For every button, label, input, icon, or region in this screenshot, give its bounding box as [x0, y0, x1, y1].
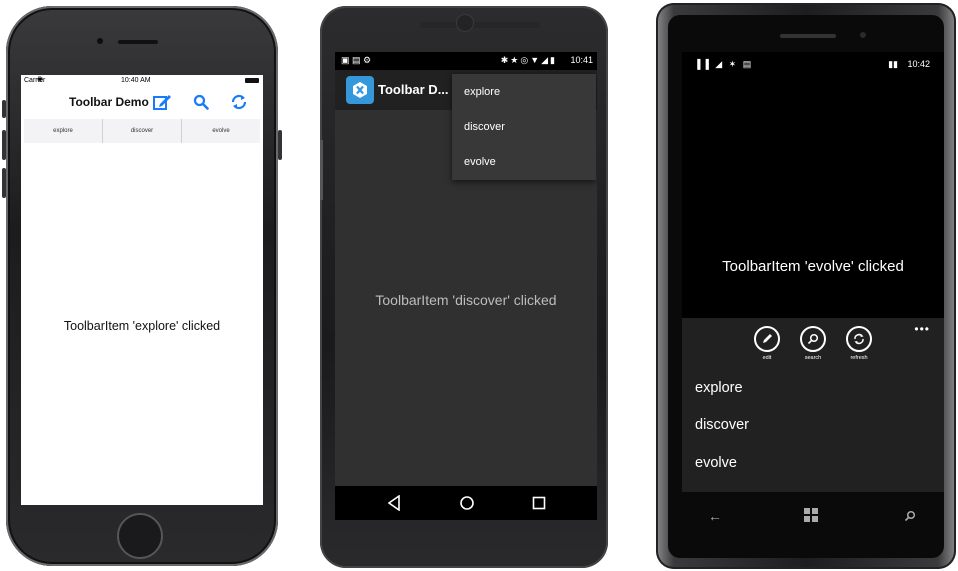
- page-title: Toolbar D...: [378, 82, 449, 97]
- battery-icon: ▮▮: [888, 59, 898, 69]
- menu-item-explore[interactable]: explore: [452, 74, 596, 109]
- windows-phone-screen: ▐▐ ◢ ✶ ▤ ▮▮ 10:42 ToolbarItem 'evolve' c…: [682, 52, 944, 492]
- menu-item-discover[interactable]: discover: [452, 109, 596, 144]
- iphone-screen: Carrier ◉ 10:40 AM Toolbar Demo explore …: [21, 75, 263, 505]
- iphone-side-button: [2, 100, 6, 118]
- search-label: search: [804, 355, 822, 361]
- android-nav-bar: [335, 486, 597, 520]
- android-screen: ▣ ▤ ⚙ ✱★◎▼◢▮ 10:41 Toolbar D... explore …: [335, 52, 597, 520]
- iphone-side-button: [2, 168, 6, 198]
- notification-icon: ▣ ▤ ⚙: [341, 55, 372, 65]
- refresh-label: refresh: [850, 355, 868, 361]
- ios-time: 10:40 AM: [121, 77, 151, 84]
- search-icon[interactable]: [193, 94, 209, 115]
- android-status-bar: ▣ ▤ ⚙ ✱★◎▼◢▮ 10:41: [335, 52, 597, 70]
- ios-navigation-bar: Toolbar Demo: [21, 89, 263, 117]
- android-side-button: [320, 140, 323, 200]
- back-icon[interactable]: [387, 494, 401, 516]
- android-time: 10:41: [570, 55, 593, 65]
- android-camera: [456, 14, 474, 32]
- menu-item-evolve[interactable]: evolve: [695, 455, 737, 471]
- wp-hardware-nav: ←: [682, 492, 944, 542]
- home-button[interactable]: [117, 513, 163, 559]
- search-button[interactable]: search: [796, 326, 830, 361]
- edit-icon[interactable]: [152, 93, 172, 116]
- ios-status-bar: Carrier ◉ 10:40 AM: [21, 75, 263, 89]
- status-message: ToolbarItem 'evolve' clicked: [722, 258, 904, 275]
- battery-icon: [245, 78, 259, 83]
- edit-label: edit: [762, 355, 772, 361]
- recents-icon[interactable]: [532, 496, 546, 515]
- wifi-icon: ◉: [37, 76, 44, 83]
- refresh-button[interactable]: refresh: [842, 326, 876, 361]
- signal-icon: ▐▐ ◢ ✶ ▤: [694, 59, 754, 69]
- toolbar-item-evolve[interactable]: evolve: [182, 119, 260, 143]
- back-icon[interactable]: ←: [708, 508, 722, 524]
- secondary-toolbar: explore discover evolve: [24, 119, 260, 143]
- toolbar-item-explore[interactable]: explore: [24, 119, 103, 143]
- toolbar-item-discover[interactable]: discover: [103, 119, 182, 143]
- refresh-icon: [846, 326, 872, 352]
- home-icon[interactable]: [459, 495, 475, 516]
- menu-item-discover[interactable]: discover: [695, 417, 749, 433]
- page-title: Toolbar Demo: [69, 95, 149, 109]
- edit-icon: [754, 326, 780, 352]
- more-icon[interactable]: •••: [914, 322, 930, 336]
- overflow-menu: explore discover evolve: [452, 74, 596, 180]
- wp-status-bar: ▐▐ ◢ ✶ ▤ ▮▮ 10:42: [682, 52, 944, 74]
- wp-time: 10:42: [907, 59, 930, 69]
- status-message: ToolbarItem 'explore' clicked: [63, 319, 221, 333]
- status-message: ToolbarItem 'discover' clicked: [375, 292, 557, 308]
- search-icon: [800, 326, 826, 352]
- windows-icon[interactable]: [803, 507, 819, 528]
- android-speaker: [420, 22, 540, 28]
- menu-item-explore[interactable]: explore: [695, 380, 743, 396]
- xamarin-logo-icon: [346, 76, 374, 104]
- menu-item-evolve[interactable]: evolve: [452, 144, 596, 179]
- edit-button[interactable]: edit: [750, 326, 784, 361]
- iphone-earpiece: [118, 40, 158, 44]
- wp-app-bar: edit search refresh ••• explore discover…: [682, 318, 944, 492]
- search-icon[interactable]: [904, 509, 916, 527]
- refresh-icon[interactable]: [230, 93, 248, 116]
- wp-speaker: [780, 34, 836, 38]
- iphone-side-button: [278, 130, 282, 160]
- signal-icon: ✱★◎▼◢▮: [500, 55, 557, 65]
- wp-camera: [860, 32, 866, 38]
- iphone-side-button: [2, 130, 6, 160]
- iphone-camera: [97, 38, 103, 44]
